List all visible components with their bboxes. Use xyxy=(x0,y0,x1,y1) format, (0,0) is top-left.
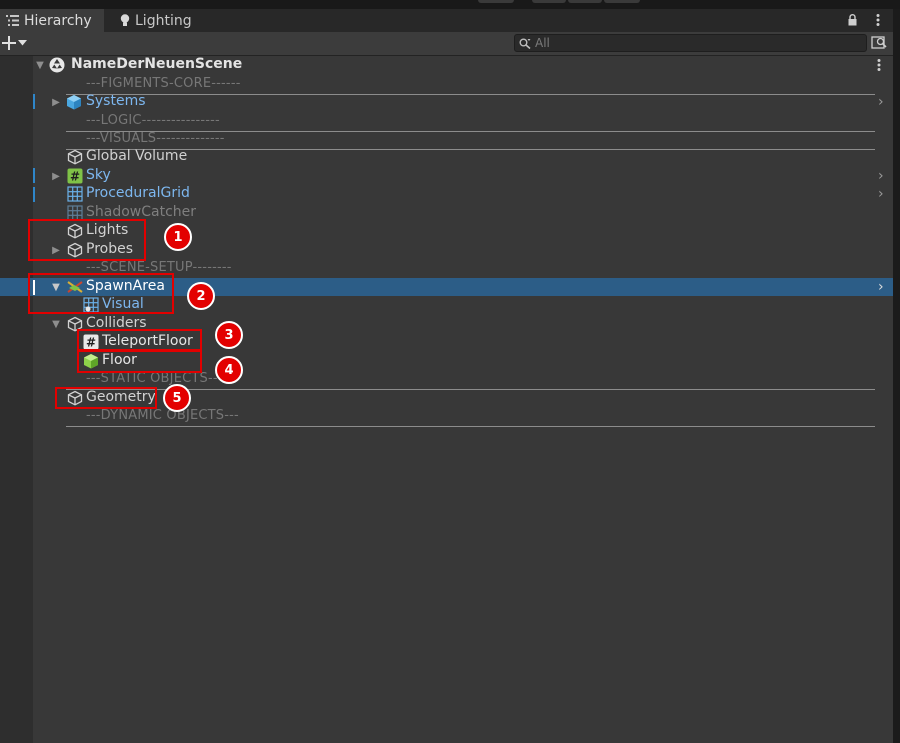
collapse-triangle-icon[interactable]: ▼ xyxy=(35,60,45,71)
item-label: Systems xyxy=(86,93,146,109)
tab-label: Lighting xyxy=(135,12,192,29)
window-top-strip xyxy=(0,0,900,9)
annotation-box-geometry xyxy=(55,387,157,409)
hierarchy-item-geometry[interactable]: Geometry xyxy=(33,389,893,407)
annotation-box-teleportfloor xyxy=(77,329,202,351)
annotation-box-floor xyxy=(77,350,202,373)
open-prefab-chevron-icon[interactable]: › xyxy=(878,168,890,184)
expand-triangle-icon[interactable]: ▶ xyxy=(51,97,61,108)
window-right-edge xyxy=(893,9,900,743)
more-options-icon[interactable] xyxy=(869,11,887,29)
annotation-badge: 5 xyxy=(163,384,191,412)
separator-label: ---LOGIC---------------- xyxy=(86,113,220,128)
tab-lighting[interactable]: Lighting xyxy=(112,9,192,32)
annotation-badge: 4 xyxy=(215,356,243,384)
search-field[interactable] xyxy=(514,34,867,52)
item-label: Global Volume xyxy=(86,148,188,164)
tab-hierarchy[interactable]: Hierarchy xyxy=(0,9,104,32)
open-prefab-chevron-icon[interactable]: › xyxy=(878,186,890,202)
hierarchy-item-lights[interactable]: Lights xyxy=(33,222,893,240)
create-button[interactable] xyxy=(2,33,36,53)
annotation-badge: 1 xyxy=(164,223,192,251)
svg-text:#: # xyxy=(70,170,80,184)
hierarchy-item-probes[interactable]: ▶ Probes xyxy=(33,241,893,259)
separator-row[interactable]: ---LOGIC---------------- xyxy=(66,113,875,132)
scene-name: NameDerNeuenScene xyxy=(71,56,243,72)
scene-visibility-filter-icon[interactable] xyxy=(871,35,889,53)
item-label: Sky xyxy=(86,167,111,183)
item-label: ShadowCatcher xyxy=(86,204,197,220)
hierarchy-item-proceduralgrid[interactable]: ProceduralGrid xyxy=(33,185,893,203)
prefab-cube-icon xyxy=(67,95,81,110)
search-icon xyxy=(519,38,531,49)
open-prefab-chevron-icon[interactable]: › xyxy=(878,94,890,110)
expand-triangle-icon[interactable]: ▶ xyxy=(51,171,61,182)
scene-row[interactable]: ▼ NameDerNeuenScene xyxy=(33,56,893,74)
annotation-badge: 3 xyxy=(215,321,243,349)
separator-label: ---FIGMENTS-CORE------ xyxy=(86,76,241,91)
search-input[interactable] xyxy=(531,36,835,50)
plus-icon xyxy=(2,36,16,50)
top-toolbar-button[interactable] xyxy=(604,0,640,3)
hierarchy-item-global-volume[interactable]: Global Volume xyxy=(33,148,893,166)
separator-label: ---DYNAMIC OBJECTS--- xyxy=(86,408,239,423)
collapse-triangle-icon[interactable]: ▼ xyxy=(51,319,61,330)
item-label: ProceduralGrid xyxy=(86,185,190,201)
annotation-box-spawnarea xyxy=(28,273,174,314)
open-prefab-chevron-icon[interactable]: › xyxy=(878,279,890,295)
gameobject-cube-icon xyxy=(67,149,83,165)
list-icon xyxy=(6,15,19,26)
hierarchy-item-systems[interactable]: ▶ Systems xyxy=(33,93,893,111)
top-toolbar-button[interactable] xyxy=(568,0,602,3)
separator-row[interactable]: ---DYNAMIC OBJECTS--- xyxy=(66,408,875,427)
annotation-badge: 2 xyxy=(187,282,215,310)
tab-label: Hierarchy xyxy=(24,12,92,29)
hierarchy-item-shadowcatcher[interactable]: ShadowCatcher xyxy=(33,204,893,222)
lightbulb-icon xyxy=(120,14,130,26)
hierarchy-item-sky[interactable]: ▶ # Sky xyxy=(33,167,893,185)
hierarchy-toolbar xyxy=(0,32,893,56)
separator-label: ---VISUALS-------------- xyxy=(86,131,225,146)
separator-row[interactable]: ---SCENE-SETUP-------- xyxy=(66,260,875,279)
grid-mesh-icon xyxy=(67,186,83,202)
lock-icon[interactable] xyxy=(843,11,861,29)
annotation-box-lights-probes xyxy=(28,219,146,261)
unity-scene-icon xyxy=(49,57,65,73)
caret-down-icon xyxy=(18,40,27,46)
scene-options-icon[interactable] xyxy=(875,57,883,73)
top-toolbar-button[interactable] xyxy=(532,0,566,3)
script-hash-icon: # xyxy=(67,168,83,184)
separator-row[interactable]: ---STATIC OBJECTS------ xyxy=(66,371,875,390)
tab-bar: Hierarchy Lighting xyxy=(0,9,893,32)
hierarchy-left-gutter xyxy=(0,56,33,743)
top-toolbar-button[interactable] xyxy=(478,0,514,3)
